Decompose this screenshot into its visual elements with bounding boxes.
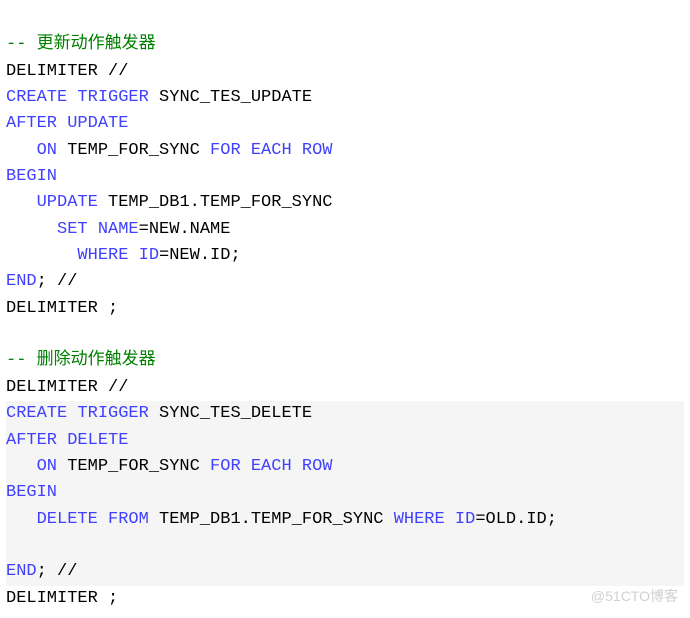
kw: BEGIN	[6, 167, 57, 186]
txt: ; //	[37, 562, 78, 581]
comment-line: -- 删除动作触发器	[6, 351, 156, 370]
kw: EACH	[241, 457, 292, 476]
watermark: @51CTO博客	[591, 586, 678, 608]
kw: ID	[445, 510, 476, 529]
code-line: DELIMITER ;	[6, 589, 118, 608]
kw: ROW	[292, 141, 333, 160]
kw: WHERE	[394, 510, 445, 529]
kw: ID	[128, 246, 159, 265]
ident: TEMP_DB1.TEMP_FOR_SYNC	[149, 510, 394, 529]
kw: CREATE	[6, 404, 67, 423]
kw: WHERE	[6, 246, 128, 265]
kw: UPDATE	[57, 114, 128, 133]
ident: TEMP_FOR_SYNC	[57, 141, 210, 160]
kw: ON	[6, 141, 57, 160]
kw: EACH	[241, 141, 292, 160]
kw: CREATE	[6, 88, 67, 107]
comment-line: -- 更新动作触发器	[6, 35, 156, 54]
kw: DELETE	[6, 510, 98, 529]
ident: TEMP_FOR_SYNC	[57, 457, 210, 476]
kw: DELETE	[57, 431, 128, 450]
kw: NAME	[88, 220, 139, 239]
ident: =OLD.ID;	[475, 510, 557, 529]
kw: FOR	[210, 141, 241, 160]
kw: FOR	[210, 457, 241, 476]
ident: TEMP_DB1.TEMP_FOR_SYNC	[98, 193, 333, 212]
kw: SET	[6, 220, 88, 239]
kw: ON	[6, 457, 57, 476]
highlighted-region: CREATE TRIGGER SYNC_TES_DELETE AFTER DEL…	[6, 401, 684, 585]
kw: ROW	[292, 457, 333, 476]
kw: AFTER	[6, 431, 57, 450]
code-block-2: -- 删除动作触发器 DELIMITER // CREATE TRIGGER S…	[6, 322, 684, 612]
ident: SYNC_TES_DELETE	[149, 404, 312, 423]
ident: =NEW.ID;	[159, 246, 241, 265]
code-line: DELIMITER ;	[6, 299, 118, 318]
code-line: DELIMITER //	[6, 378, 128, 397]
kw: TRIGGER	[67, 404, 149, 423]
kw: BEGIN	[6, 483, 57, 502]
ident: =NEW.NAME	[139, 220, 231, 239]
kw: UPDATE	[6, 193, 98, 212]
kw: TRIGGER	[67, 88, 149, 107]
ident: SYNC_TES_UPDATE	[149, 88, 312, 107]
txt: ; //	[37, 272, 78, 291]
code-block-1: -- 更新动作触发器 DELIMITER // CREATE TRIGGER S…	[6, 6, 684, 322]
kw: END	[6, 562, 37, 581]
kw: END	[6, 272, 37, 291]
kw: AFTER	[6, 114, 57, 133]
kw: FROM	[98, 510, 149, 529]
code-line: DELIMITER //	[6, 62, 128, 81]
